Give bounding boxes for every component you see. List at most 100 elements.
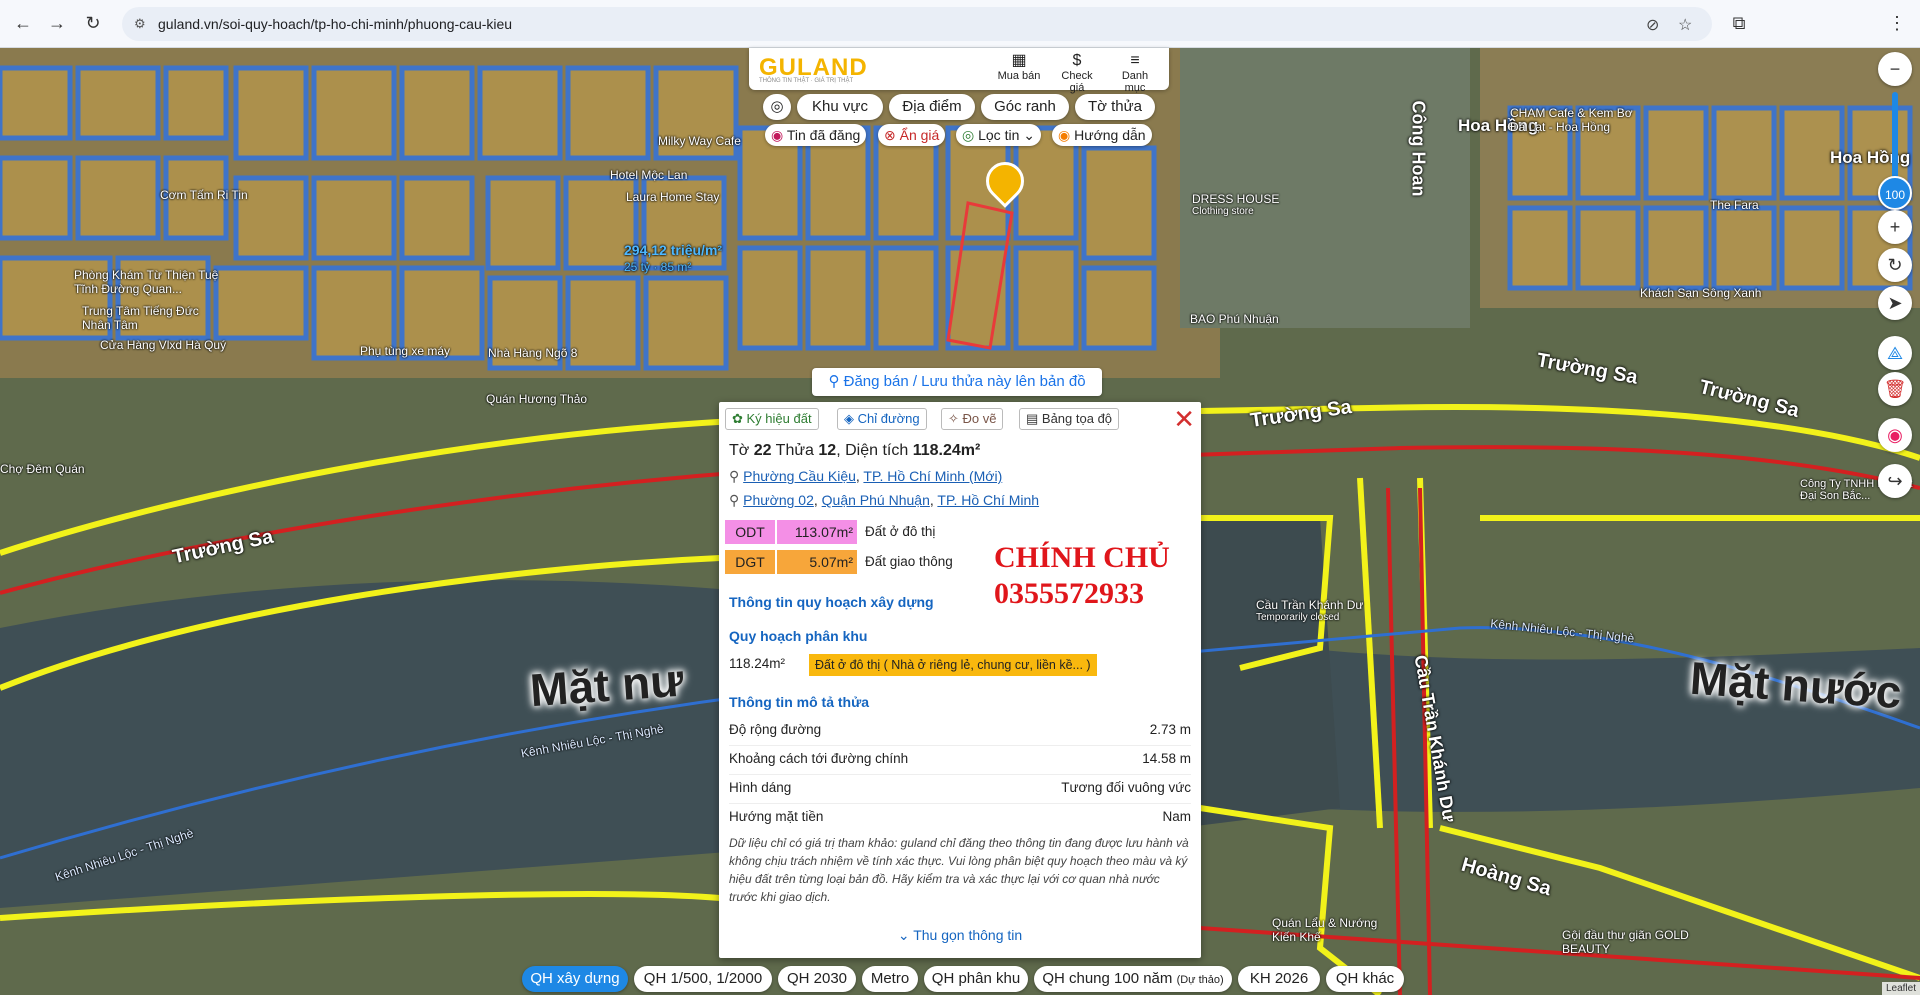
eye-off-icon[interactable]: ⊘ xyxy=(1646,15,1659,35)
browser-menu-icon[interactable]: ⋮ xyxy=(1886,12,1908,34)
water-label: Mặt nư xyxy=(528,653,686,717)
navigate-icon[interactable]: ➤ xyxy=(1878,286,1912,320)
draft-note: (Dự thảo) xyxy=(1176,974,1224,986)
poi-label: Milky Way Cafe xyxy=(658,134,741,148)
filter-corner[interactable]: Góc ranh xyxy=(981,94,1069,120)
forward-icon[interactable]: → xyxy=(46,12,68,34)
zoning-area: 118.24m² xyxy=(729,656,786,671)
back-icon[interactable]: ← xyxy=(12,12,34,34)
poi-label: DRESS HOUSE xyxy=(1192,192,1280,206)
layer-qh-xay-dung[interactable]: QH xây dựng xyxy=(522,966,628,992)
hide-icon: ⊗ xyxy=(884,127,900,143)
layer-qh-1-500[interactable]: QH 1/500, 1/2000 xyxy=(634,966,772,992)
old-city-link[interactable]: TP. Hồ Chí Minh xyxy=(937,492,1039,508)
land-desc-dgt: Đất giao thông xyxy=(865,554,953,569)
zoom-out-button[interactable]: − xyxy=(1878,52,1912,86)
menu-button[interactable]: ≡ Danh mục xyxy=(1111,52,1159,94)
land-area-dgt: 5.07m² xyxy=(777,550,857,574)
filter-listings-dropdown[interactable]: ◎ Lọc tin ⌄ xyxy=(956,124,1041,146)
parcel-info-popup: ✿ Ký hiệu đất ◈ Chỉ đường ✧ Đo vẽ ▤ Bảng… xyxy=(719,402,1201,958)
zoom-level-badge[interactable]: 100 xyxy=(1878,176,1912,210)
collapse-info-button[interactable]: ⌄ Thu gọn thông tin xyxy=(719,927,1201,944)
double-chevron-down-icon: ⌄ xyxy=(897,927,914,943)
map-attribution[interactable]: Leaflet xyxy=(1881,982,1920,995)
parcel-title: Tờ 22 Thửa 12, Diện tích 118.24m² xyxy=(729,442,980,460)
coordinates-table-button[interactable]: ▤ Bảng tọa độ xyxy=(1019,408,1120,430)
land-area-odt: 113.07m² xyxy=(777,520,857,544)
filter-icon: ◎ xyxy=(962,127,979,143)
close-icon[interactable]: ✕ xyxy=(1173,406,1195,432)
parcel-number: 12 xyxy=(818,442,837,459)
buy-sell-label: Mua bán xyxy=(997,70,1041,82)
sheet-prefix: Tờ xyxy=(729,442,750,459)
site-info-icon[interactable]: ⚙ xyxy=(134,16,146,32)
zoom-slider-track[interactable] xyxy=(1892,92,1898,188)
refresh-icon[interactable]: ↻ xyxy=(1878,248,1912,282)
layer-metro[interactable]: Metro xyxy=(862,966,918,992)
city-link[interactable]: TP. Hồ Chí Minh (Mới) xyxy=(863,468,1002,484)
owner-phone: 0355572933 xyxy=(994,577,1144,610)
post-parcel-label: Đăng bán / Lưu thửa này lên bản đồ xyxy=(843,373,1086,390)
poi-label: Clothing store xyxy=(1192,206,1254,217)
detail-label: Độ rộng đường xyxy=(729,722,822,737)
poi-label: Laura Home Stay xyxy=(626,190,720,204)
guide-button[interactable]: ◉ Hướng dẫn xyxy=(1052,124,1152,146)
zoom-in-button[interactable]: + xyxy=(1878,210,1912,244)
poi-label: Trung Tâm Tiếng Đức Nhân Tâm xyxy=(82,304,199,332)
detail-value: 14.58 m xyxy=(1142,751,1191,766)
poi-label: Chợ Đêm Quán xyxy=(0,462,85,476)
detail-label: Khoảng cách tới đường chính xyxy=(729,751,909,766)
measure-button[interactable]: ✧ Đo vẽ xyxy=(941,408,1004,430)
table-icon: ▤ xyxy=(1026,411,1042,426)
detail-row: Độ rộng đường 2.73 m xyxy=(729,722,1191,746)
filter-sheet-parcel[interactable]: Tờ thửa xyxy=(1075,94,1155,120)
poi-label: The Fara xyxy=(1710,198,1759,212)
bookmark-star-icon[interactable]: ☆ xyxy=(1678,15,1692,35)
price-label[interactable]: 294,12 triệu/m² xyxy=(624,242,722,258)
land-code-dgt: DGT xyxy=(725,550,775,574)
draw-polygon-icon[interactable]: ⟁ xyxy=(1878,336,1912,370)
land-symbol-button[interactable]: ✿ Ký hiệu đất xyxy=(725,408,819,430)
building-icon: ▦ xyxy=(1011,52,1027,69)
directions-icon: ◈ xyxy=(844,411,858,426)
parcel-prefix: Thửa xyxy=(775,442,814,459)
posted-listings-toggle[interactable]: ◉ Tin đã đăng xyxy=(765,124,867,146)
layer-qh-khac[interactable]: QH khác xyxy=(1326,966,1404,992)
extensions-icon[interactable]: ⧉ xyxy=(1728,12,1750,34)
share-icon[interactable]: ↪ xyxy=(1878,464,1912,498)
address-bar[interactable]: ⚙ guland.vn/soi-quy-hoach/tp-ho-chi-minh… xyxy=(122,7,1712,41)
detail-value: 2.73 m xyxy=(1149,722,1191,737)
directions-button[interactable]: ◈ Chỉ đường xyxy=(837,408,927,430)
layer-qh-2030[interactable]: QH 2030 xyxy=(778,966,856,992)
locate-icon[interactable]: ◎ xyxy=(763,94,791,120)
trash-icon[interactable]: 🗑 xyxy=(1878,372,1912,406)
land-code-odt: ODT xyxy=(725,520,775,544)
district-link[interactable]: Quận Phú Nhuận xyxy=(822,492,930,508)
filter-location[interactable]: Địa điểm xyxy=(889,94,975,120)
description-heading: Thông tin mô tả thửa xyxy=(729,694,870,710)
layer-qh-phan-khu[interactable]: QH phân khu xyxy=(924,966,1028,992)
filter-listings-label: Lọc tin xyxy=(978,127,1020,143)
land-desc-odt: Đất ở đô thị xyxy=(865,524,936,539)
check-price-button[interactable]: $ Check giá xyxy=(1053,52,1101,94)
post-parcel-button[interactable]: ⚲ Đăng bán / Lưu thửa này lên bản đồ xyxy=(812,368,1102,396)
url-text[interactable]: guland.vn/soi-quy-hoach/tp-ho-chi-minh/p… xyxy=(158,16,512,32)
detail-label: Hình dáng xyxy=(729,780,792,795)
poi-label: Temporarily closed xyxy=(1256,612,1340,623)
layers-color-icon[interactable]: ◉ xyxy=(1878,418,1912,452)
ward-link[interactable]: Phường Cầu Kiệu xyxy=(743,468,856,484)
detail-row: Khoảng cách tới đường chính 14.58 m xyxy=(729,751,1191,775)
old-ward-link[interactable]: Phường 02 xyxy=(743,492,814,508)
layer-kh-2026[interactable]: KH 2026 xyxy=(1238,966,1320,992)
poi-label: Gội đầu thư giãn GOLD BEAUTY xyxy=(1562,928,1689,956)
buy-sell-button[interactable]: ▦ Mua bán xyxy=(995,52,1043,82)
reload-icon[interactable]: ↻ xyxy=(82,12,104,34)
detail-value: Tương đối vuông vức xyxy=(1061,780,1191,795)
road-label: Hoa Hồng xyxy=(1830,148,1911,167)
dollar-icon: $ xyxy=(1072,52,1082,69)
filter-area[interactable]: Khu vực xyxy=(797,94,883,120)
layer-qh-chung-100[interactable]: QH chung 100 năm (Dự thảo) xyxy=(1034,966,1232,992)
hide-price-toggle[interactable]: ⊗ Ẩn giá xyxy=(878,124,946,146)
construction-planning-heading[interactable]: Thông tin quy hoạch xây dựng xyxy=(729,594,934,610)
check-price-label: Check giá xyxy=(1061,70,1093,94)
